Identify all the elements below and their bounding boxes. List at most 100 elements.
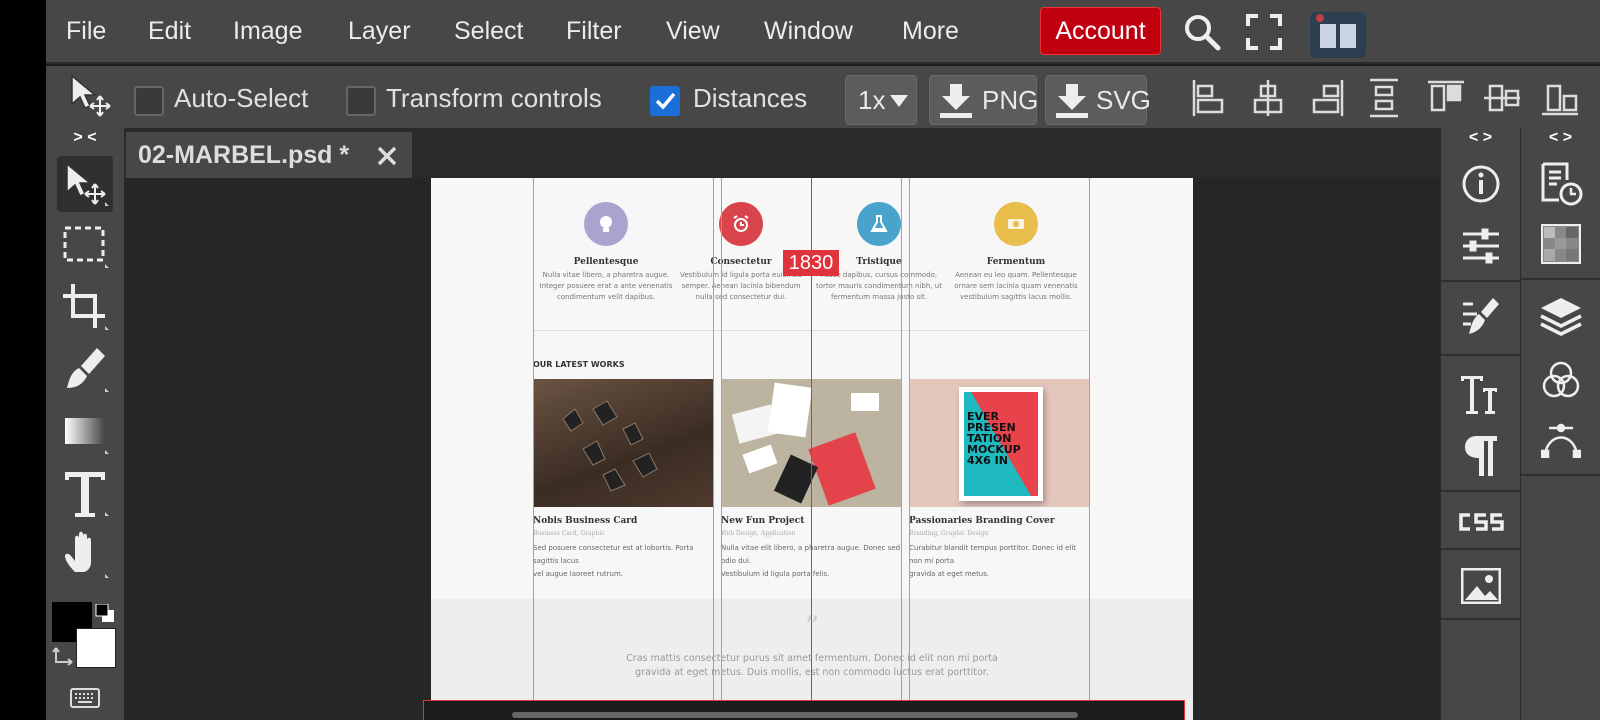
- menu-select[interactable]: Select: [454, 0, 523, 62]
- export-png-label: PNG: [982, 85, 1039, 115]
- right-panel-collapse-toggle[interactable]: < >: [1441, 128, 1520, 148]
- fullscreen-icon[interactable]: [1246, 14, 1282, 50]
- latest-works-heading: OUR LATEST WORKS: [533, 360, 625, 369]
- align-center-icon[interactable]: [1250, 78, 1286, 118]
- distribute-vertical-icon[interactable]: [1366, 78, 1402, 118]
- work-title: New Fun Project: [721, 516, 805, 526]
- export-svg-label: SVG: [1096, 85, 1151, 115]
- marquee-tool[interactable]: [57, 218, 113, 274]
- service-text: Nulla vitae libero, a pharetra augue. Int…: [539, 271, 673, 301]
- guide-line: [713, 178, 714, 720]
- brush-icon: [67, 348, 109, 392]
- workspace: Pellentesque Nulla vitae libero, a phare…: [124, 178, 1440, 720]
- reader-extension-icon[interactable]: [1310, 12, 1366, 58]
- distance-measure-label: 1830: [783, 250, 839, 276]
- work-description: Sed posuere consectetur est at lobortis.…: [533, 544, 694, 578]
- default-colors-icon[interactable]: [92, 603, 116, 622]
- work-category: Web Design, Application: [721, 530, 796, 537]
- type-tool[interactable]: [57, 466, 113, 522]
- menu-filter[interactable]: Filter: [566, 0, 622, 62]
- right-panel-icons: < >: [1440, 128, 1521, 720]
- panel-divider: [1441, 618, 1521, 620]
- align-left-icon[interactable]: [1190, 78, 1226, 118]
- text-icon: [65, 472, 109, 517]
- keyboard-icon[interactable]: [70, 686, 100, 710]
- work-title: Nobis Business Card: [533, 516, 638, 526]
- brush-tool[interactable]: [57, 342, 113, 398]
- guide-line: [721, 178, 722, 720]
- guide-line: [533, 178, 534, 720]
- guide-line: [909, 178, 910, 720]
- right-panel-icons-2: < >: [1520, 128, 1600, 720]
- swap-colors-icon[interactable]: [52, 646, 76, 666]
- export-png-button[interactable]: PNG: [929, 75, 1039, 125]
- poster-text: EVER PRESEN TATION MOCKUP 4X6 IN: [967, 410, 1021, 467]
- menu-layer[interactable]: Layer: [348, 0, 411, 62]
- alarm-clock-icon: [733, 215, 749, 232]
- layers-icon[interactable]: [1539, 296, 1583, 338]
- adjustments-icon[interactable]: [1461, 228, 1501, 264]
- poster-frame: EVER PRESEN TATION MOCKUP 4X6 IN: [959, 387, 1043, 501]
- align-bottom-icon[interactable]: [1540, 78, 1580, 118]
- move-tool-icon: [66, 162, 109, 206]
- right-panel-2-collapse-toggle[interactable]: < >: [1521, 128, 1600, 148]
- scale-select[interactable]: 1x: [845, 75, 917, 125]
- work-category: Business Card, Graphic: [533, 530, 605, 537]
- work-title: Passionaries Branding Cover: [909, 516, 1055, 526]
- guide-line: [901, 178, 902, 720]
- swatches-icon[interactable]: [1541, 224, 1581, 264]
- menu-image[interactable]: Image: [233, 0, 302, 62]
- align-middle-icon[interactable]: [1482, 78, 1522, 118]
- image-icon[interactable]: [1460, 567, 1502, 605]
- document-canvas[interactable]: Pellentesque Nulla vitae libero, a phare…: [431, 178, 1193, 720]
- css-icon[interactable]: [1457, 510, 1505, 534]
- marquee-icon: [63, 226, 109, 268]
- document-tab-bar: 02-MARBEL.psd *: [124, 128, 1440, 178]
- download-icon: [940, 84, 972, 118]
- transform-controls-label: Transform controls: [386, 83, 602, 113]
- download-icon: [1056, 84, 1088, 118]
- history-icon[interactable]: [1539, 162, 1583, 206]
- crop-icon: [63, 284, 109, 330]
- brush-settings-icon[interactable]: [1461, 296, 1501, 340]
- export-svg-button[interactable]: SVG: [1045, 75, 1151, 125]
- move-tool[interactable]: [57, 156, 113, 212]
- paths-icon[interactable]: [1540, 422, 1582, 459]
- crop-tool[interactable]: [57, 280, 113, 336]
- work-image-poster: EVER PRESEN TATION MOCKUP 4X6 IN: [909, 379, 1089, 507]
- horizontal-scrollbar[interactable]: [512, 712, 1078, 718]
- menu-more[interactable]: More: [902, 0, 959, 62]
- align-top-icon[interactable]: [1426, 78, 1466, 118]
- document-tab[interactable]: 02-MARBEL.psd *: [126, 132, 412, 178]
- menu-view[interactable]: View: [666, 0, 720, 62]
- scale-value: 1x: [858, 85, 886, 115]
- info-icon[interactable]: [1461, 164, 1501, 204]
- panel-divider: [1441, 490, 1521, 492]
- service-title: Pellentesque: [573, 257, 639, 267]
- hand-tool[interactable]: [57, 528, 113, 584]
- menu-bar: File Edit Image Layer Select Filter View…: [46, 0, 1600, 64]
- work-description: Curabitur blandit tempus porttitor. Done…: [909, 544, 1077, 578]
- lightbulb-icon: [600, 216, 612, 232]
- menu-edit[interactable]: Edit: [148, 0, 191, 62]
- distances-checkbox[interactable]: [650, 86, 680, 116]
- background-color-swatch[interactable]: [76, 628, 116, 668]
- paragraph-icon[interactable]: [1463, 434, 1499, 478]
- toolbox-collapse-toggle[interactable]: > <: [46, 128, 124, 148]
- gradient-tool[interactable]: [57, 404, 113, 460]
- menu-window[interactable]: Window: [764, 0, 853, 62]
- quote-text: Cras mattis consectetur purus sit amet f…: [626, 653, 998, 678]
- transform-controls-checkbox[interactable]: [346, 86, 376, 116]
- toolbox: > <: [46, 128, 124, 720]
- close-icon[interactable]: [376, 145, 398, 167]
- quote-mark: ”: [431, 610, 1193, 643]
- align-right-icon[interactable]: [1310, 78, 1346, 118]
- work-image-wood-letters: [533, 379, 713, 507]
- gradient-icon: [65, 418, 109, 454]
- account-button[interactable]: Account: [1040, 7, 1161, 55]
- menu-file[interactable]: File: [66, 0, 106, 62]
- search-icon[interactable]: [1182, 12, 1222, 52]
- channels-icon[interactable]: [1541, 360, 1581, 400]
- character-icon[interactable]: [1459, 372, 1503, 416]
- auto-select-checkbox[interactable]: [134, 86, 164, 116]
